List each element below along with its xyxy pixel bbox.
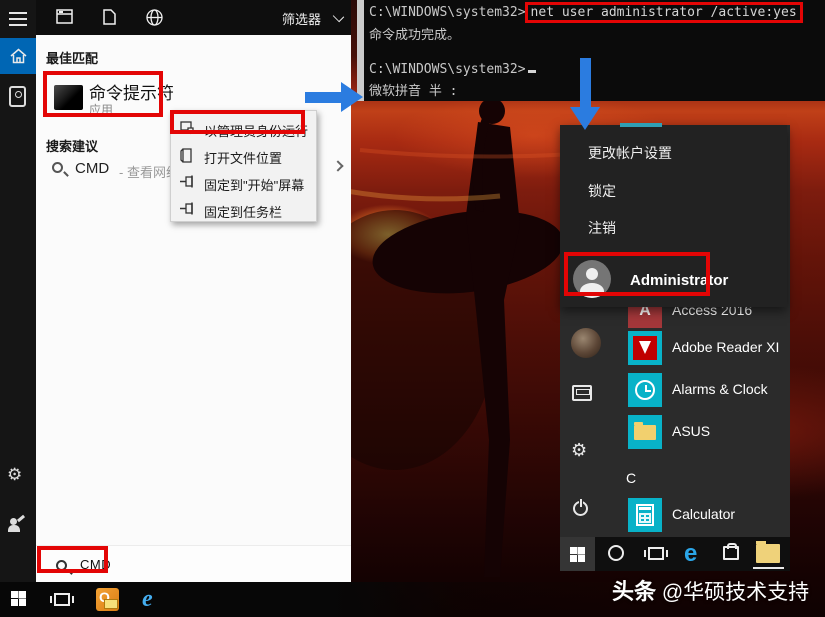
menu-item-label: 固定到"开始"屏幕 <box>204 175 304 194</box>
feedback-body <box>8 525 20 532</box>
app-label: Calculator <box>672 506 735 522</box>
section-letter-c[interactable]: C <box>626 470 636 486</box>
hamburger-menu-icon[interactable] <box>9 12 27 14</box>
app-row-asus[interactable]: ASUS <box>624 415 790 449</box>
alarms-clock-app-icon <box>628 373 662 407</box>
app-row-calculator[interactable]: Calculator <box>624 498 790 532</box>
command-prompt-window[interactable]: C:\WINDOWS\system32>net user administrat… <box>357 0 825 101</box>
suggestion-query: CMD <box>75 160 109 177</box>
search-input[interactable]: CMD <box>80 557 111 572</box>
menu-item-label: 固定到任务栏 <box>204 202 282 221</box>
context-menu: 以管理员身份运行 打开文件位置 固定到"开始"屏幕 固定到任务栏 <box>170 110 317 222</box>
search-filter-bar: 筛选器 <box>36 0 351 35</box>
screen: ⚙ 筛选器 最佳匹配 <box>0 0 825 617</box>
pin-icon <box>180 175 196 188</box>
watermark-text: @华硕技术支持 <box>656 581 809 604</box>
administrator-name: Administrator <box>630 272 728 289</box>
feedback-icon[interactable] <box>9 518 22 531</box>
menu-item-pin-to-taskbar[interactable]: 固定到任务栏 <box>171 196 316 223</box>
account-flyout-menu: 更改帐户设置 锁定 注销 Administrator <box>560 125 787 307</box>
settings-gear-icon[interactable]: ⚙ <box>7 466 22 483</box>
flyout-item-lock[interactable]: 锁定 <box>588 181 616 201</box>
windows-logo-icon <box>11 591 26 606</box>
start-button[interactable] <box>11 591 26 606</box>
asus-folder-icon <box>628 415 662 449</box>
menu-item-run-as-admin[interactable]: 以管理员身份运行 <box>171 115 316 142</box>
search-icon <box>56 558 67 576</box>
app-label: Adobe Reader XI <box>672 339 779 355</box>
outlook-icon[interactable] <box>96 588 119 611</box>
windows-logo-icon <box>570 547 585 562</box>
menu-item-open-file-location[interactable]: 打开文件位置 <box>171 142 316 169</box>
sidebar-item-best-match[interactable] <box>9 86 26 107</box>
apps-filter-icon[interactable] <box>56 9 73 24</box>
flyout-item-sign-out[interactable]: 注销 <box>588 218 616 238</box>
cmd-prompt: C:\WINDOWS\system32> <box>369 5 526 20</box>
best-match-subtitle: 应用 <box>89 101 113 118</box>
suggestions-header: 搜索建议 <box>46 136 98 155</box>
watermark-prefix: 头条 <box>612 579 656 604</box>
arrow-shaft <box>580 58 591 107</box>
app-label: Alarms & Clock <box>672 381 768 397</box>
cmd-command-highlighted: net user administrator /active:yes <box>525 2 803 23</box>
menu-item-label: 以管理员身份运行 <box>204 121 308 140</box>
ime-status-bar: 微软拼音 半 : <box>369 80 457 99</box>
power-icon[interactable] <box>573 501 588 516</box>
settings-gear-icon[interactable]: ⚙ <box>571 441 587 459</box>
calculator-app-icon <box>628 498 662 532</box>
cmd-app-icon <box>54 85 83 110</box>
task-view-icon[interactable] <box>648 547 664 560</box>
store-icon[interactable] <box>723 546 739 560</box>
documents-filter-icon[interactable] <box>103 9 116 25</box>
edge-icon[interactable]: e <box>684 542 697 566</box>
watermark: 头条 @华硕技术支持 <box>612 574 809 606</box>
web-filter-icon[interactable] <box>146 9 163 26</box>
task-view-icon[interactable] <box>54 593 70 606</box>
cmd-prompt: C:\WINDOWS\system32> <box>369 62 526 77</box>
file-explorer-icon[interactable] <box>572 385 592 401</box>
search-sidebar: ⚙ <box>0 0 36 582</box>
flyout-item-change-account-settings[interactable]: 更改帐户设置 <box>588 143 672 163</box>
file-explorer-taskbar-icon[interactable] <box>756 544 780 563</box>
app-label: ASUS <box>672 423 710 439</box>
sidebar-item-home[interactable] <box>0 38 36 74</box>
arrow-shaft <box>305 92 341 103</box>
home-icon <box>10 48 27 64</box>
chevron-down-icon[interactable] <box>333 11 344 22</box>
filters-dropdown[interactable]: 筛选器 <box>282 9 321 28</box>
cmd-line-result: 命令成功完成。 <box>369 24 460 43</box>
taskbar-search-box[interactable]: CMD <box>36 545 351 582</box>
search-icon <box>52 162 63 173</box>
app-row-alarms-clock[interactable]: Alarms & Clock <box>624 373 790 407</box>
menu-item-pin-to-start[interactable]: 固定到"开始"屏幕 <box>171 169 316 196</box>
app-row-adobe-reader[interactable]: Adobe Reader XI <box>624 331 790 365</box>
start-button[interactable] <box>560 537 595 571</box>
search-results-panel: 筛选器 最佳匹配 命令提示符 应用 搜索建议 CMD - 查看网络 CMD <box>36 0 351 582</box>
menu-item-label: 打开文件位置 <box>204 148 282 167</box>
file-location-icon <box>180 148 194 163</box>
arrow-head <box>341 82 363 112</box>
administrator-avatar-icon <box>573 260 611 298</box>
feedback-pen <box>17 515 25 522</box>
chevron-right-icon[interactable] <box>332 160 343 171</box>
run-as-admin-icon <box>180 121 195 136</box>
adobe-reader-app-icon <box>628 331 662 365</box>
flyout-accent-bar <box>620 123 662 127</box>
pin-icon <box>180 202 196 215</box>
cmd-cursor <box>528 70 536 73</box>
cmd-line-prompt2: C:\WINDOWS\system32> <box>369 62 536 77</box>
arrow-head <box>570 107 600 130</box>
best-match-header: 最佳匹配 <box>46 48 98 67</box>
cortana-icon[interactable] <box>608 545 624 561</box>
internet-explorer-icon[interactable]: e <box>142 586 153 613</box>
user-avatar[interactable] <box>571 328 601 358</box>
cmd-line-command: C:\WINDOWS\system32>net user administrat… <box>369 2 803 23</box>
inner-taskbar: e <box>560 537 790 571</box>
open-app-indicator <box>753 567 784 569</box>
